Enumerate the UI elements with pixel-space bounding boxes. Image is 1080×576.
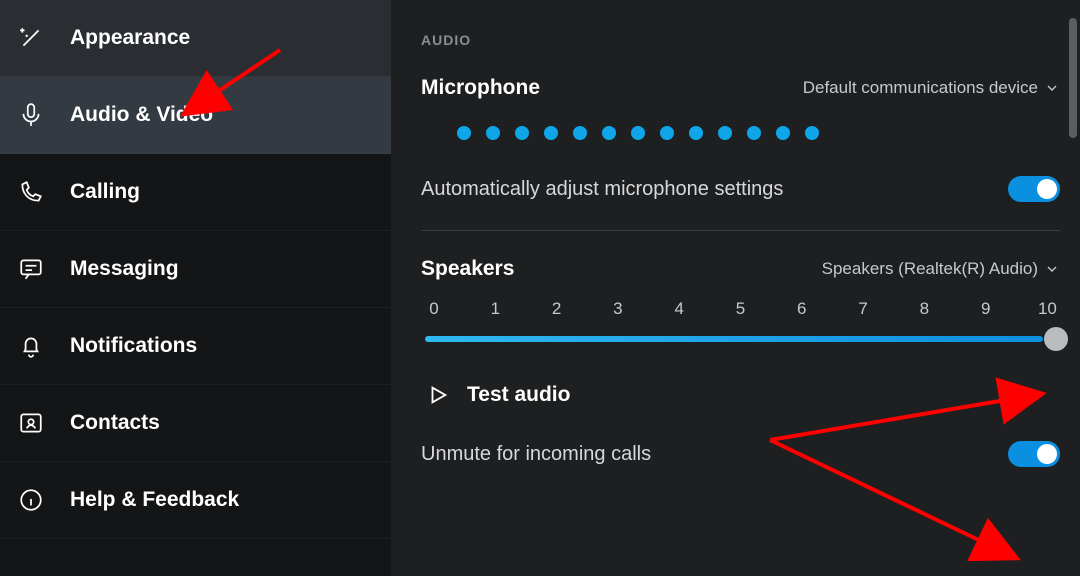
tick-label: 1 — [486, 299, 504, 319]
speaker-volume-slider[interactable] — [425, 325, 1056, 353]
contacts-icon — [18, 410, 44, 436]
sidebar-item-label: Contacts — [70, 411, 160, 435]
level-dot — [660, 126, 674, 140]
tick-label: 3 — [609, 299, 627, 319]
tick-label: 5 — [731, 299, 749, 319]
level-dot — [515, 126, 529, 140]
level-dot — [689, 126, 703, 140]
tick-label: 4 — [670, 299, 688, 319]
chevron-down-icon — [1044, 261, 1060, 277]
sidebar-item-help-feedback[interactable]: Help & Feedback — [0, 462, 391, 539]
slider-thumb[interactable] — [1044, 327, 1068, 351]
section-title: AUDIO — [421, 32, 1060, 48]
slider-track — [425, 336, 1043, 342]
sidebar-item-label: Help & Feedback — [70, 488, 239, 512]
phone-icon — [18, 179, 44, 205]
settings-main-panel: AUDIO Microphone Default communications … — [391, 0, 1080, 576]
level-dot — [573, 126, 587, 140]
level-dot — [776, 126, 790, 140]
tick-label: 8 — [915, 299, 933, 319]
auto-adjust-label: Automatically adjust microphone settings — [421, 178, 783, 201]
chat-icon — [18, 256, 44, 282]
level-dot — [718, 126, 732, 140]
sidebar-item-label: Notifications — [70, 334, 197, 358]
speakers-device-dropdown[interactable]: Speakers (Realtek(R) Audio) — [822, 259, 1060, 279]
tick-label: 9 — [977, 299, 995, 319]
play-icon — [427, 384, 449, 406]
unmute-toggle[interactable] — [1008, 441, 1060, 467]
tick-label: 7 — [854, 299, 872, 319]
level-dot — [631, 126, 645, 140]
sidebar-item-appearance[interactable]: Appearance — [0, 0, 391, 77]
scrollbar-thumb[interactable] — [1069, 18, 1077, 138]
microphone-device-dropdown[interactable]: Default communications device — [803, 78, 1060, 98]
sidebar-item-audio-video[interactable]: Audio & Video — [0, 77, 391, 154]
speakers-title: Speakers — [421, 257, 514, 281]
level-dot — [544, 126, 558, 140]
sidebar-item-label: Calling — [70, 180, 140, 204]
microphone-level-meter — [457, 126, 1060, 140]
level-dot — [747, 126, 761, 140]
tick-label: 10 — [1038, 299, 1056, 319]
sidebar-item-calling[interactable]: Calling — [0, 154, 391, 231]
level-dot — [457, 126, 471, 140]
tick-label: 0 — [425, 299, 443, 319]
test-audio-label: Test audio — [467, 383, 570, 407]
bell-icon — [18, 333, 44, 359]
level-dot — [805, 126, 819, 140]
unmute-label: Unmute for incoming calls — [421, 443, 651, 466]
sidebar-item-messaging[interactable]: Messaging — [0, 231, 391, 308]
tick-label: 6 — [793, 299, 811, 319]
tick-label: 2 — [548, 299, 566, 319]
divider — [421, 230, 1060, 231]
wand-icon — [18, 25, 44, 51]
sidebar-item-label: Audio & Video — [70, 103, 213, 127]
sidebar-item-label: Appearance — [70, 26, 190, 50]
microphone-title: Microphone — [421, 76, 540, 100]
test-audio-button[interactable]: Test audio — [427, 383, 1060, 407]
speakers-device-label: Speakers (Realtek(R) Audio) — [822, 259, 1038, 279]
level-dot — [602, 126, 616, 140]
sidebar-item-label: Messaging — [70, 257, 179, 281]
speaker-volume-ticks: 0 1 2 3 4 5 6 7 8 9 10 — [421, 299, 1060, 325]
info-icon — [18, 487, 44, 513]
microphone-device-label: Default communications device — [803, 78, 1038, 98]
chevron-down-icon — [1044, 80, 1060, 96]
auto-adjust-toggle[interactable] — [1008, 176, 1060, 202]
sidebar-item-contacts[interactable]: Contacts — [0, 385, 391, 462]
microphone-icon — [18, 102, 44, 128]
level-dot — [486, 126, 500, 140]
settings-sidebar: Appearance Audio & Video Calling Messagi… — [0, 0, 391, 576]
sidebar-item-notifications[interactable]: Notifications — [0, 308, 391, 385]
